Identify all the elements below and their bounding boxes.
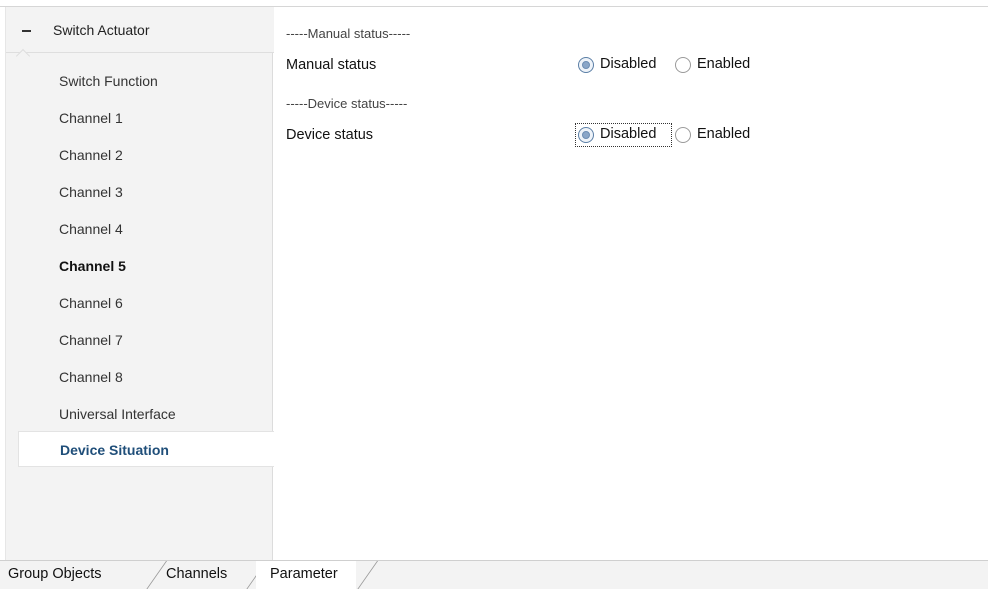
sidebar-item-device-situation[interactable]: Device Situation (18, 431, 276, 467)
manual-status-label: Manual status (286, 57, 377, 73)
tab-divider (356, 561, 379, 589)
tab-label: Channels (166, 566, 228, 582)
sidebar-item-label: Channel 6 (59, 295, 123, 311)
collapse-icon[interactable] (20, 22, 36, 38)
bottom-tab-bar: Group Objects Channels Parameter (0, 560, 988, 589)
sidebar-item-label: Channel 2 (59, 147, 123, 163)
radio-label: Disabled (600, 126, 657, 142)
sidebar-item-channel-2[interactable]: Channel 2 (6, 137, 274, 173)
sidebar-item-label: Channel 7 (59, 332, 123, 348)
sidebar-item-channel-1[interactable]: Channel 1 (6, 100, 274, 136)
tree-root-switch-actuator[interactable]: Switch Actuator (6, 7, 274, 53)
sidebar-item-label: Switch Function (59, 73, 158, 89)
radio-label: Enabled (697, 56, 751, 72)
sidebar-item-channel-5[interactable]: Channel 5 (6, 248, 274, 284)
tab-channels[interactable]: Channels (150, 561, 245, 589)
manual-status-enabled-radio[interactable]: Enabled (675, 54, 765, 76)
sidebar-item-channel-7[interactable]: Channel 7 (6, 322, 274, 358)
sidebar-item-label: Channel 3 (59, 184, 123, 200)
sidebar-item-channel-4[interactable]: Channel 4 (6, 211, 274, 247)
sidebar-item-channel-8[interactable]: Channel 8 (6, 359, 274, 395)
tab-label: Group Objects (8, 566, 102, 582)
sidebar-item-universal-interface[interactable]: Universal Interface (6, 396, 274, 432)
tab-parameter[interactable]: Parameter (256, 561, 356, 589)
device-status-label: Device status (286, 127, 374, 143)
sidebar-item-label: Channel 1 (59, 110, 123, 126)
tab-group-objects[interactable]: Group Objects (0, 561, 145, 589)
sidebar-item-label: Channel 4 (59, 221, 123, 237)
device-status-disabled-radio[interactable]: Disabled (575, 123, 673, 147)
radio-checked-icon (578, 127, 594, 143)
manual-status-section-header: -----Manual status----- (286, 26, 411, 41)
sidebar-item-channel-6[interactable]: Channel 6 (6, 285, 274, 321)
radio-unchecked-icon (675, 57, 691, 73)
radio-checked-icon (578, 57, 594, 73)
sidebar-item-channel-3[interactable]: Channel 3 (6, 174, 274, 210)
sidebar-item-switch-function[interactable]: Switch Function (6, 63, 274, 99)
tree-root-label: Switch Actuator (53, 22, 150, 38)
sidebar-item-label: Channel 5 (59, 258, 126, 274)
sidebar-item-label: Universal Interface (59, 406, 176, 422)
manual-status-radio-group: Disabled Enabled (578, 54, 768, 76)
radio-unchecked-icon (675, 127, 691, 143)
tab-label: Parameter (270, 566, 338, 582)
device-status-radio-group: Disabled Enabled (575, 123, 768, 147)
radio-label: Enabled (697, 126, 751, 142)
radio-label: Disabled (600, 56, 657, 72)
manual-status-disabled-radio[interactable]: Disabled (578, 54, 673, 76)
parameter-tree: Switch Actuator Switch Function Channel … (5, 7, 276, 560)
sidebar-item-label: Channel 8 (59, 369, 123, 385)
device-status-enabled-radio[interactable]: Enabled (675, 124, 765, 146)
app-window: Switch Actuator Switch Function Channel … (0, 0, 988, 589)
device-status-section-header: -----Device status----- (286, 96, 408, 111)
sidebar-item-label: Device Situation (60, 442, 169, 458)
parameter-panel: -----Manual status----- Manual status Di… (274, 7, 988, 560)
